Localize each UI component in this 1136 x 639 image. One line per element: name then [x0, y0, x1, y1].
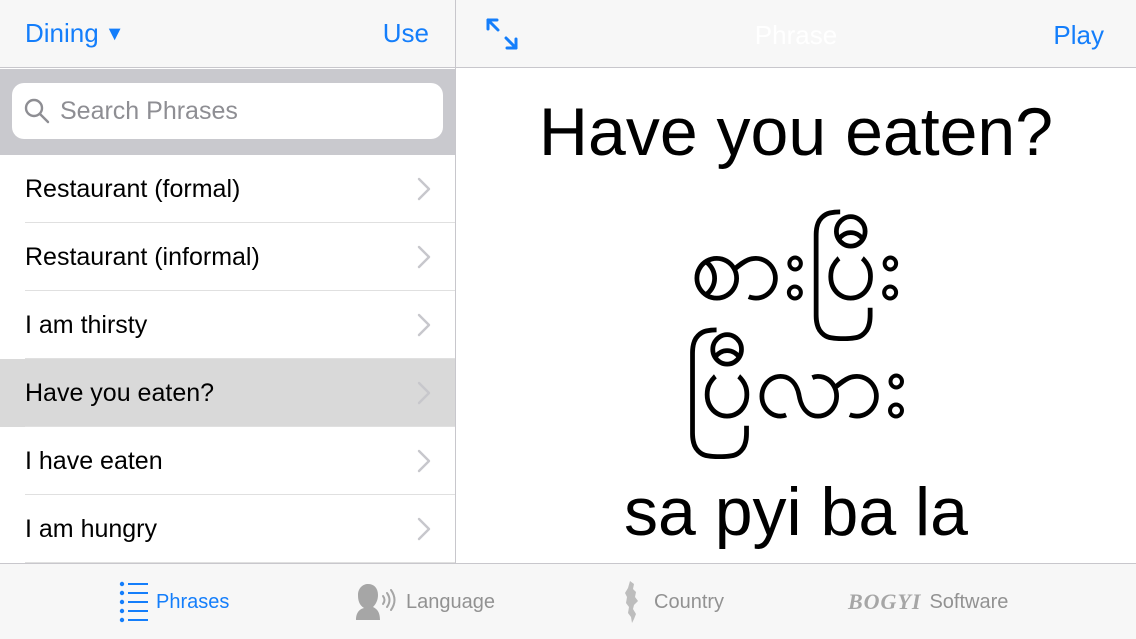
- chevron-right-icon: [417, 449, 431, 473]
- category-label: Dining: [25, 18, 99, 48]
- chevron-right-icon: [417, 245, 431, 269]
- category-dropdown-button[interactable]: Dining ▼: [25, 18, 125, 49]
- search-box[interactable]: [12, 83, 443, 139]
- list-item-label: Restaurant (informal): [25, 242, 260, 271]
- use-button[interactable]: Use: [383, 18, 429, 49]
- caret-down-icon: ▼: [104, 23, 125, 45]
- tab-software[interactable]: BOGYI Software: [848, 564, 1008, 639]
- list-item-label: I am thirsty: [25, 310, 148, 339]
- list-item[interactable]: I am thirsty: [0, 291, 455, 359]
- phrase-list: Restaurant (formal) Restaurant (informal…: [0, 155, 455, 563]
- tab-label: Country: [654, 590, 725, 613]
- list-item-label: Restaurant (formal): [25, 174, 241, 203]
- list-item[interactable]: Restaurant (formal): [0, 155, 455, 223]
- tab-country[interactable]: Country: [620, 564, 724, 639]
- tab-label: Language: [406, 590, 495, 613]
- tab-bar: Phrases Language Country BOGYI Software: [0, 563, 1136, 639]
- country-map-icon: [625, 581, 638, 623]
- chevron-right-icon: [417, 313, 431, 337]
- tab-label: Software: [929, 590, 1009, 613]
- tab-language[interactable]: Language: [352, 564, 495, 639]
- nav-title: Phrase: [754, 20, 838, 50]
- tab-label: Phrases: [156, 590, 230, 613]
- search-icon: [24, 98, 50, 124]
- left-nav-bar: Dining ▼ Use: [0, 0, 455, 68]
- phrase-english: Have you eaten?: [538, 94, 1054, 170]
- list-item[interactable]: Restaurant (informal): [0, 223, 455, 291]
- list-item[interactable]: I am hungry: [0, 495, 455, 563]
- speaking-head-icon: [356, 584, 396, 620]
- phrase-burmese-line-1: စားပြီး: [689, 210, 903, 322]
- list-icon: [119, 581, 148, 623]
- phrase-detail-pane: Have you eaten? စားပြီး ပြီလား sa pyi ba…: [456, 69, 1136, 563]
- list-item-label: Have you eaten?: [25, 378, 215, 407]
- list-item[interactable]: Have you eaten?: [0, 359, 455, 427]
- list-item-label: I have eaten: [25, 446, 163, 475]
- search-bar: [0, 69, 455, 155]
- bogyi-logo: BOGYI: [848, 589, 922, 614]
- chevron-right-icon: [417, 381, 431, 405]
- phrase-romanized: sa pyi ba la: [624, 474, 968, 550]
- play-button[interactable]: Play: [1053, 20, 1104, 51]
- list-item[interactable]: I have eaten: [0, 427, 455, 495]
- chevron-right-icon: [417, 177, 431, 201]
- phrase-burmese-line-2: ပြီလား: [683, 328, 909, 440]
- right-nav-bar: Phrase Play: [456, 0, 1136, 68]
- list-item-label: I am hungry: [25, 514, 158, 543]
- chevron-right-icon: [417, 517, 431, 541]
- search-input[interactable]: [60, 96, 440, 126]
- phrase-burmese: စားပြီး ပြီလား: [456, 207, 1136, 443]
- tab-phrases[interactable]: Phrases: [118, 564, 229, 639]
